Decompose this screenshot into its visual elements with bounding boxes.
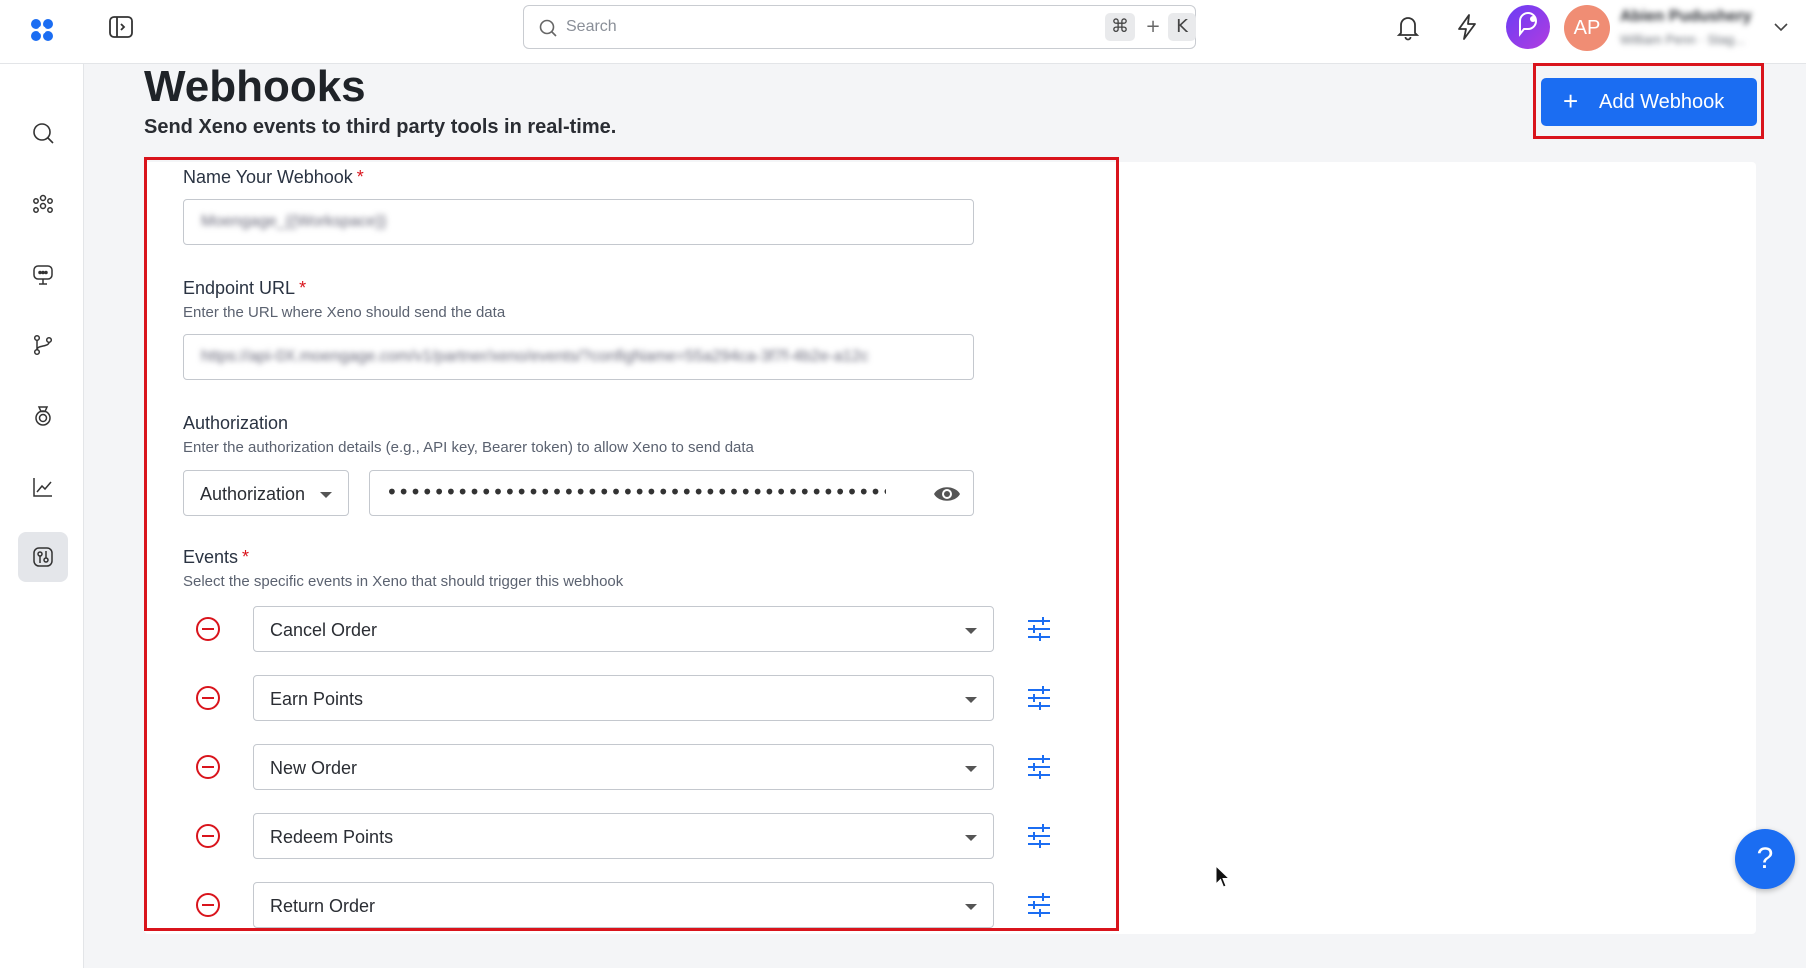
analytics-icon <box>33 478 52 497</box>
sidebar-search-icon <box>33 123 54 144</box>
event-row: Earn Points <box>183 675 1063 721</box>
user-name[interactable]: Abien Pudushery <box>1620 8 1752 26</box>
caret-down-icon <box>320 492 332 498</box>
logo-icon[interactable] <box>26 14 58 46</box>
event-select[interactable]: Cancel Order <box>253 606 994 652</box>
sliders-icon[interactable] <box>1026 823 1052 849</box>
authorization-value-input[interactable]: ••••••••••••••••••••••••••••••••••••••••… <box>369 470 974 516</box>
event-select[interactable]: New Order <box>253 744 994 790</box>
assistant-button[interactable] <box>1506 5 1550 49</box>
events-label: Events * <box>183 547 250 567</box>
caret-down-icon <box>965 766 977 772</box>
audience-icon <box>33 194 53 213</box>
authorization-type-select[interactable]: Authorization <box>183 470 349 516</box>
sidebar-item-search[interactable] <box>18 108 68 158</box>
event-row: Redeem Points <box>183 813 1063 859</box>
page-subtitle: Send Xeno events to third party tools in… <box>144 116 617 138</box>
integrations-icon <box>33 547 53 567</box>
top-bar: ⌘ + K AP Abien Pudushery William Penn · … <box>0 0 1806 64</box>
name-input[interactable]: Moengage_{{Workspace}} <box>183 199 974 245</box>
event-row: Return Order <box>183 882 1063 928</box>
event-select[interactable]: Redeem Points <box>253 813 994 859</box>
remove-circle-icon[interactable] <box>195 823 221 849</box>
endpoint-label: Endpoint URL * <box>183 278 307 298</box>
shortcut-cmd-key: ⌘ <box>1105 13 1135 41</box>
endpoint-help: Enter the URL where Xeno should send the… <box>183 304 506 321</box>
remove-circle-icon[interactable] <box>195 685 221 711</box>
sidebar <box>0 64 84 968</box>
authorization-help: Enter the authorization details (e.g., A… <box>183 439 754 456</box>
event-row: Cancel Order <box>183 606 1063 652</box>
sidebar-item-loyalty[interactable] <box>18 391 68 441</box>
search-input[interactable] <box>566 14 1066 40</box>
shortcut-k-key: K <box>1168 13 1196 41</box>
eye-icon[interactable] <box>933 483 961 505</box>
avatar[interactable]: AP <box>1564 5 1610 51</box>
caret-down-icon <box>965 628 977 634</box>
plus-icon: + <box>1563 86 1579 116</box>
sliders-icon[interactable] <box>1026 754 1052 780</box>
shortcut-plus: + <box>1145 16 1161 37</box>
event-select[interactable]: Return Order <box>253 882 994 928</box>
sliders-icon[interactable] <box>1026 685 1052 711</box>
search-icon <box>539 19 557 37</box>
help-button[interactable]: ? <box>1735 829 1795 889</box>
bell-icon[interactable] <box>1393 12 1423 42</box>
lightning-icon[interactable] <box>1452 12 1482 42</box>
journeys-icon <box>33 334 53 356</box>
assistant-icon <box>1519 12 1538 37</box>
event-select[interactable]: Earn Points <box>253 675 994 721</box>
sidebar-item-integrations[interactable] <box>18 532 68 582</box>
endpoint-input[interactable]: https://api-0X.moengage.com/v1/partner/x… <box>183 334 974 380</box>
sidebar-item-analytics[interactable] <box>18 462 68 512</box>
caret-down-icon <box>965 835 977 841</box>
cursor-icon <box>1215 865 1231 888</box>
add-webhook-label: Add Webhook <box>1599 91 1725 113</box>
authorization-label: Authorization <box>183 413 289 433</box>
events-help: Select the specific events in Xeno that … <box>183 573 624 590</box>
event-row: New Order <box>183 744 1063 790</box>
panel-toggle-icon[interactable] <box>108 14 134 40</box>
caret-down-icon <box>965 904 977 910</box>
caret-down-icon <box>965 697 977 703</box>
search-bar[interactable]: ⌘ + K <box>523 5 1196 49</box>
remove-circle-icon[interactable] <box>195 892 221 918</box>
sidebar-item-campaigns[interactable] <box>18 250 68 300</box>
remove-circle-icon[interactable] <box>195 754 221 780</box>
user-workspace: William Penn · Stag... <box>1620 32 1745 47</box>
sliders-icon[interactable] <box>1026 616 1052 642</box>
add-webhook-button[interactable]: + Add Webhook <box>1541 78 1757 126</box>
loyalty-icon <box>35 406 51 426</box>
campaigns-icon <box>33 265 53 285</box>
sidebar-item-audience[interactable] <box>18 179 68 229</box>
chevron-down-icon[interactable] <box>1772 18 1790 36</box>
remove-circle-icon[interactable] <box>195 616 221 642</box>
name-label: Name Your Webhook * <box>183 167 364 187</box>
page-title: Webhooks <box>144 62 366 111</box>
sidebar-item-journeys[interactable] <box>18 320 68 370</box>
sliders-icon[interactable] <box>1026 892 1052 918</box>
